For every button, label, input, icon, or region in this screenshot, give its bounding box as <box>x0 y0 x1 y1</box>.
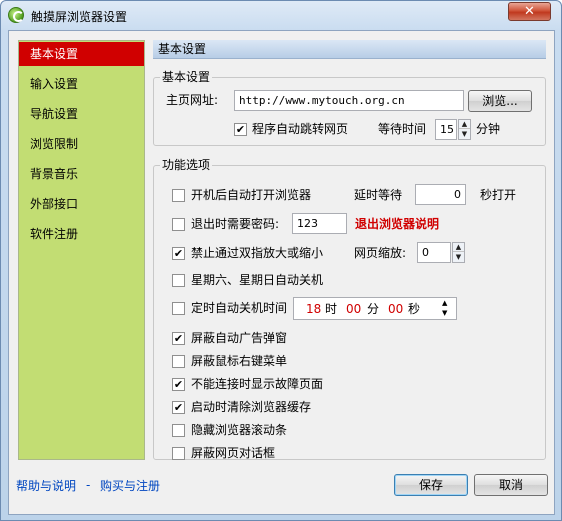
minute-unit: 分 <box>367 302 380 316</box>
error-page-checkbox[interactable]: ✔ <box>172 378 185 391</box>
sidebar-item-basic[interactable]: 基本设置 <box>19 42 144 66</box>
section-header: 基本设置 <box>153 40 546 59</box>
auto-jump-checkbox[interactable]: ✔ <box>234 123 247 136</box>
sidebar-item-label: 基本设置 <box>30 47 79 61</box>
error-page-label: 不能连接时显示故障页面 <box>191 377 324 391</box>
homepage-label: 主页网址: <box>166 93 219 107</box>
page-zoom-input[interactable]: 0 <box>417 242 451 263</box>
hide-scrollbar-checkbox[interactable] <box>172 424 185 437</box>
spin-down-icon[interactable]: ▼ <box>453 253 464 262</box>
exit-help-link[interactable]: 退出浏览器说明 <box>355 216 439 232</box>
function-options-legend: 功能选项 <box>160 158 213 172</box>
settings-window: 触摸屏浏览器设置 ✕ 基本设置 输入设置 导航设置 浏览限制 背景音乐 外部接口… <box>0 0 562 521</box>
spin-up-icon[interactable]: ▲ <box>459 120 470 129</box>
auto-jump-label: 程序自动跳转网页 <box>252 122 349 136</box>
wait-time-unit: 分钟 <box>476 122 501 136</box>
exit-password-label: 退出时需要密码: <box>191 217 280 231</box>
delay-input[interactable]: 0 <box>415 184 466 205</box>
sidebar-item-browse-limits[interactable]: 浏览限制 <box>19 132 144 156</box>
buy-register-link[interactable]: 购买与注册 <box>100 478 160 494</box>
close-button[interactable]: ✕ <box>508 2 551 21</box>
block-context-menu-checkbox[interactable] <box>172 355 185 368</box>
sidebar-item-label: 软件注册 <box>30 227 79 241</box>
timed-shutdown-label: 定时自动关机时间 <box>191 301 288 315</box>
sidebar-item-navigation[interactable]: 导航设置 <box>19 102 144 126</box>
second-unit: 秒 <box>408 302 421 316</box>
weekend-shutdown-label: 星期六、星期日自动关机 <box>191 273 324 287</box>
homepage-url-input[interactable]: http://www.mytouch.org.cn <box>234 90 464 111</box>
timed-shutdown-checkbox[interactable] <box>172 302 185 315</box>
disable-zoom-label: 禁止通过双指放大或缩小 <box>191 246 324 260</box>
wait-time-input[interactable]: 15 <box>435 119 457 140</box>
sidebar-item-label: 输入设置 <box>30 77 79 91</box>
exit-password-checkbox[interactable] <box>172 218 185 231</box>
browse-button[interactable]: 浏览... <box>468 90 532 112</box>
weekend-shutdown-checkbox[interactable] <box>172 274 185 287</box>
clear-cache-label: 启动时清除浏览器缓存 <box>191 400 312 414</box>
footer-separator: - <box>86 478 91 492</box>
basic-settings-legend: 基本设置 <box>160 70 213 84</box>
wait-time-spinner[interactable]: ▲ ▼ <box>458 119 471 140</box>
shutdown-hour[interactable]: 18 <box>306 301 321 317</box>
shutdown-second[interactable]: 00 <box>388 301 403 317</box>
block-context-menu-label: 屏蔽鼠标右键菜单 <box>191 354 288 368</box>
sidebar-item-label: 浏览限制 <box>30 137 79 151</box>
sidebar-item-input[interactable]: 输入设置 <box>19 72 144 96</box>
time-up-icon[interactable]: ▲ <box>442 299 447 308</box>
sidebar-item-label: 背景音乐 <box>30 167 79 181</box>
wait-time-label: 等待时间 <box>378 122 427 136</box>
autostart-label: 开机后自动打开浏览器 <box>191 188 312 202</box>
sidebar-item-label: 导航设置 <box>30 107 79 121</box>
disable-zoom-checkbox[interactable]: ✔ <box>172 247 185 260</box>
sidebar-item-registration[interactable]: 软件注册 <box>19 222 144 246</box>
basic-settings-group: 基本设置 主页网址: http://www.mytouch.org.cn 浏览.… <box>153 70 546 146</box>
clear-cache-checkbox[interactable]: ✔ <box>172 401 185 414</box>
help-link[interactable]: 帮助与说明 <box>16 478 76 494</box>
page-zoom-spinner[interactable]: ▲ ▼ <box>452 242 465 263</box>
sidebar-item-label: 外部接口 <box>30 197 79 211</box>
sidebar-item-external-interface[interactable]: 外部接口 <box>19 192 144 216</box>
hour-unit: 时 <box>325 302 338 316</box>
block-dialogs-checkbox[interactable] <box>172 447 185 460</box>
exit-password-input[interactable]: 123 <box>292 213 347 234</box>
autostart-checkbox[interactable] <box>172 189 185 202</box>
spin-up-icon[interactable]: ▲ <box>453 243 464 252</box>
time-down-icon[interactable]: ▼ <box>442 309 447 318</box>
window-title: 触摸屏浏览器设置 <box>31 10 128 24</box>
block-popups-label: 屏蔽自动广告弹窗 <box>191 331 288 345</box>
hide-scrollbar-label: 隐藏浏览器滚动条 <box>191 423 288 437</box>
delay-label: 延时等待 <box>354 188 403 202</box>
shutdown-minute[interactable]: 00 <box>346 301 361 317</box>
block-dialogs-label: 屏蔽网页对话框 <box>191 446 276 460</box>
sidebar-item-background-music[interactable]: 背景音乐 <box>19 162 144 186</box>
delay-unit: 秒打开 <box>480 188 517 202</box>
sidebar: 基本设置 输入设置 导航设置 浏览限制 背景音乐 外部接口 软件注册 <box>18 40 145 460</box>
cancel-button[interactable]: 取消 <box>474 474 548 496</box>
title-bar[interactable]: 触摸屏浏览器设置 ✕ <box>1 1 561 29</box>
function-options-group: 功能选项 开机后自动打开浏览器 延时等待 0 秒打开 退出时需要密码: 123 … <box>153 158 546 460</box>
shutdown-time-picker[interactable]: 18 时 00 分 00 秒 ▲ ▼ <box>293 297 457 320</box>
spin-down-icon[interactable]: ▼ <box>459 130 470 139</box>
app-logo-icon <box>8 7 24 23</box>
page-zoom-label: 网页缩放: <box>354 246 407 260</box>
block-popups-checkbox[interactable]: ✔ <box>172 332 185 345</box>
client-area: 基本设置 输入设置 导航设置 浏览限制 背景音乐 外部接口 软件注册 基本设置 … <box>8 30 555 515</box>
save-button[interactable]: 保存 <box>394 474 468 496</box>
close-icon: ✕ <box>524 4 535 19</box>
main-panel: 基本设置 基本设置 主页网址: http://www.mytouch.org.c… <box>153 40 546 460</box>
